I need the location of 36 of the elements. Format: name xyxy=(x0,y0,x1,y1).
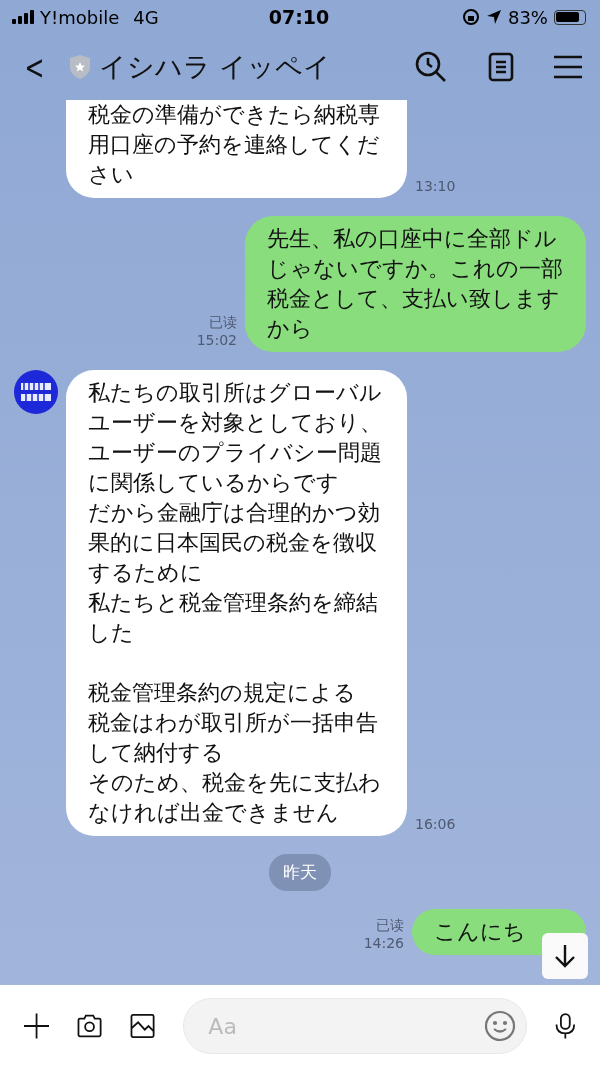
message-text: 税金管理条約の規定による xyxy=(88,679,357,707)
battery-percent: 83% xyxy=(507,6,548,28)
rotation-lock-icon xyxy=(461,8,480,26)
arrow-down-icon xyxy=(553,943,577,969)
carrier-name: Y!mobile xyxy=(40,6,120,28)
back-button[interactable]: < xyxy=(24,47,55,87)
avatar-icon[interactable] xyxy=(14,370,58,414)
notes-icon[interactable] xyxy=(488,52,514,82)
menu-icon[interactable] xyxy=(554,55,582,79)
message-time: 13:10 xyxy=(415,178,456,194)
network-type: 4G xyxy=(133,6,159,28)
message-text: そのため、税金を先に支払わなければ出金できません xyxy=(88,769,382,827)
message-time: 15:02 xyxy=(196,332,237,348)
message-time: 14:26 xyxy=(363,935,404,951)
battery-icon xyxy=(554,9,586,25)
message-text: 私たちと税金管理条約を締結した xyxy=(88,589,379,647)
message-text: 私たちの取引所はグローバルユーザーを対象としており、ユーザーのプライバシー問題に関係しているからです xyxy=(88,379,383,497)
search-icon[interactable] xyxy=(414,50,448,84)
scroll-down-button[interactable] xyxy=(542,933,588,979)
chat-title: イシハラ イッペイ xyxy=(98,50,332,84)
emoji-icon[interactable] xyxy=(484,1010,517,1042)
read-receipt: 已读 xyxy=(376,917,404,935)
read-receipt: 已读 xyxy=(209,314,237,332)
message-time: 16:06 xyxy=(415,816,456,832)
message-text: こんにち xyxy=(434,918,526,946)
message-input[interactable]: Aa xyxy=(206,1012,485,1040)
signal-icon xyxy=(12,10,34,24)
date-chip: 昨天 xyxy=(269,854,331,891)
message-input-field[interactable]: Aa xyxy=(183,998,528,1054)
message-text: 税金はわが取引所が一括申告して納付する xyxy=(88,709,379,767)
shield-star-icon xyxy=(68,54,91,80)
message-text: 先生、私の口座中に全部ドルじゃないですか。これの一部税金として、支払い致しますから xyxy=(267,225,564,343)
location-arrow-icon xyxy=(485,9,502,25)
clock-time: 07:10 xyxy=(268,6,330,28)
message-text: だから金融庁は合理的かつ効果的に日本国民の税金を徴収するために xyxy=(88,499,381,587)
message-text: 税金の準備ができたら納税専用口座の予約を連絡してください xyxy=(88,101,381,189)
